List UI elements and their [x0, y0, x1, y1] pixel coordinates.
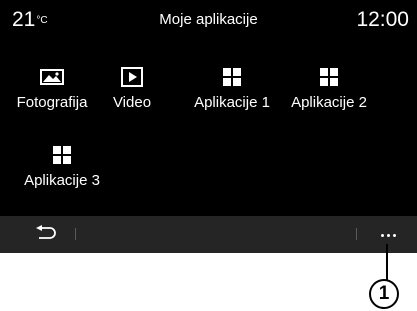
grid-icon [53, 144, 71, 166]
infotainment-screen: 21°C Moje aplikacije 12:00 Fotografija V… [0, 0, 417, 253]
app-tile-video[interactable]: Video [84, 66, 180, 118]
app-label: Aplikacije 2 [291, 94, 367, 111]
back-button[interactable] [26, 222, 66, 248]
app-label: Fotografija [16, 94, 88, 111]
callout-marker: 1 [369, 279, 399, 309]
app-tile-aplikacije-2[interactable]: Aplikacije 2 [281, 66, 377, 118]
bottom-bar [0, 216, 417, 253]
more-options-button[interactable] [370, 222, 406, 248]
photo-icon [40, 66, 64, 88]
app-label: Aplikacije 3 [24, 172, 100, 189]
app-tile-aplikacije-3[interactable]: Aplikacije 3 [14, 144, 110, 196]
status-bar: 21°C Moje aplikacije 12:00 [0, 0, 417, 38]
play-icon [121, 66, 143, 88]
back-arrow-icon [35, 224, 57, 246]
grid-icon [320, 66, 338, 88]
grid-icon [223, 66, 241, 88]
callout-number: 1 [378, 283, 390, 304]
clock: 12:00 [356, 8, 409, 31]
more-options-icon [379, 233, 397, 237]
bottom-bar-divider [75, 228, 76, 240]
callout-line [386, 244, 388, 280]
app-tile-aplikacije-1[interactable]: Aplikacije 1 [184, 66, 280, 118]
bottom-bar-divider [356, 228, 357, 240]
page-title: Moje aplikacije [159, 11, 258, 28]
app-label: Video [112, 94, 152, 111]
app-label: Aplikacije 1 [194, 94, 270, 111]
